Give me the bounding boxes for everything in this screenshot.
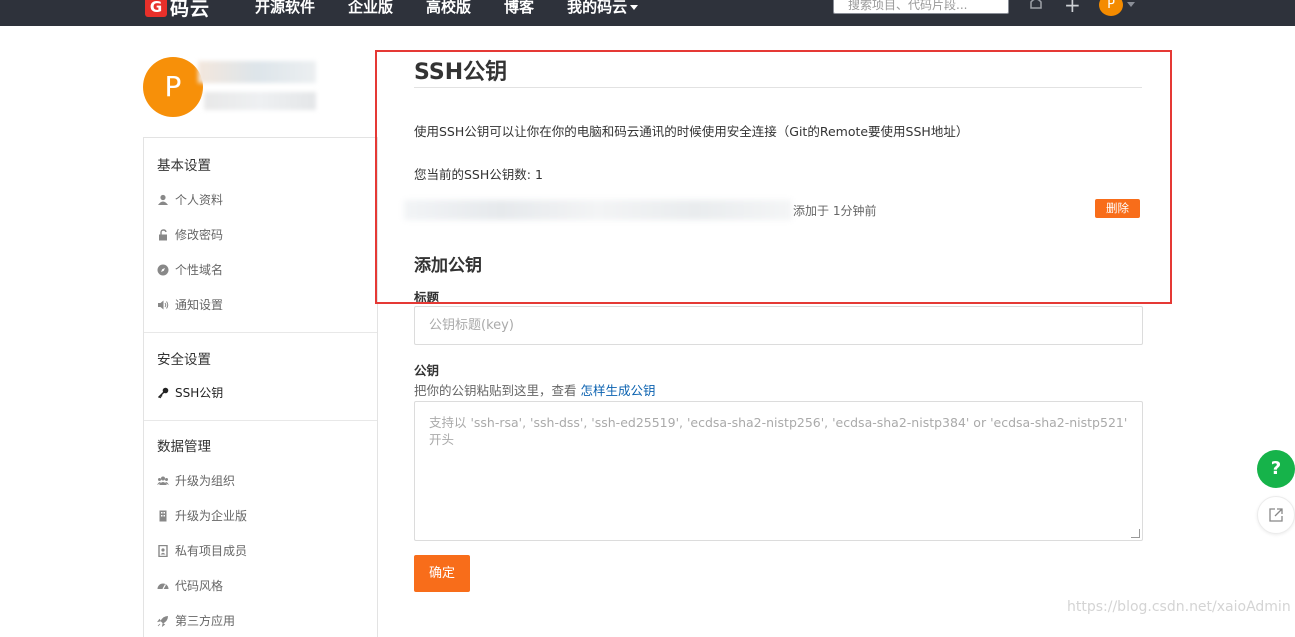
nav-open-source[interactable]: 开源软件 xyxy=(255,0,315,17)
nav-my-gitee[interactable]: 我的码云 xyxy=(567,0,639,17)
key-hint-text: 把你的公钥粘贴到这里，查看 xyxy=(414,383,577,398)
sidebar-item-label: 私有项目成员 xyxy=(175,544,248,558)
sidebar-item-label: 升级为组织 xyxy=(175,474,236,488)
sidebar-item-label: 个人资料 xyxy=(175,193,224,207)
logo[interactable]: G 码云 xyxy=(145,0,211,20)
external-link-icon xyxy=(1269,508,1283,522)
search-input[interactable]: 搜索项目、代码片段... xyxy=(833,0,1009,14)
how-to-generate-link[interactable]: 怎样生成公钥 xyxy=(581,383,656,398)
nav-my-gitee-label: 我的码云 xyxy=(567,0,628,16)
sidebar-item-label: 升级为企业版 xyxy=(175,509,248,523)
top-navbar: G 码云 开源软件 企业版 高校版 博客 我的码云 搜索项目、代码片段... +… xyxy=(0,0,1295,26)
bell-icon[interactable] xyxy=(1028,0,1044,10)
building-icon xyxy=(159,510,167,521)
sidebar-item-third-party[interactable]: 第三方应用 xyxy=(157,612,235,629)
blurred-user-id xyxy=(204,92,316,110)
share-button[interactable] xyxy=(1257,496,1295,534)
unlock-icon xyxy=(159,228,167,240)
sidebar-item-upgrade-org[interactable]: 升级为组织 xyxy=(157,472,235,489)
plus-icon[interactable]: + xyxy=(1064,0,1081,15)
watermark: https://blog.csdn.net/xaioAdmin xyxy=(1067,599,1291,615)
confirm-button[interactable]: 确定 xyxy=(414,555,470,592)
sidebar-item-code-style[interactable]: 代码风格 xyxy=(157,577,223,594)
chevron-down-icon xyxy=(630,5,639,10)
users-icon xyxy=(157,476,169,485)
resize-handle[interactable] xyxy=(1131,529,1140,538)
sidebar-item-password[interactable]: 修改密码 xyxy=(157,226,223,243)
profile-avatar[interactable]: P xyxy=(143,57,203,117)
nav-blog[interactable]: 博客 xyxy=(504,0,534,17)
main-nav: 开源软件 企业版 高校版 博客 我的码云 xyxy=(255,0,671,17)
nav-education[interactable]: 高校版 xyxy=(426,0,471,17)
key-hint: 把你的公钥粘贴到这里，查看 怎样生成公钥 xyxy=(414,380,656,399)
settings-sidebar: 基本设置 个人资料 修改密码 个性域名 通知设置 安全设置 SSH公钥 数据管理… xyxy=(143,137,378,637)
divider xyxy=(144,420,377,421)
compass-icon xyxy=(157,264,169,275)
rocket-icon xyxy=(157,615,168,627)
key-label: 公钥 xyxy=(414,363,440,378)
sidebar-item-label: 代码风格 xyxy=(175,579,224,593)
sidebar-item-label: 第三方应用 xyxy=(175,614,236,628)
key-title-input[interactable]: 公钥标题(key) xyxy=(414,306,1143,345)
chevron-down-icon[interactable] xyxy=(1127,2,1135,7)
highlight-box xyxy=(375,50,1172,304)
user-icon xyxy=(158,194,168,205)
sidebar-section-security: 安全设置 xyxy=(157,352,211,368)
user-avatar-menu[interactable]: P xyxy=(1099,0,1123,16)
textarea-placeholder: 支持以 'ssh-rsa', 'ssh-dss', 'ssh-ed25519',… xyxy=(429,415,1128,447)
sidebar-section-basic: 基本设置 xyxy=(157,158,211,174)
sidebar-item-profile[interactable]: 个人资料 xyxy=(157,191,223,208)
sidebar-item-label: 个性域名 xyxy=(175,263,224,277)
sidebar-item-label: SSH公钥 xyxy=(175,386,224,400)
logo-text: 码云 xyxy=(170,0,211,20)
public-key-textarea[interactable]: 支持以 'ssh-rsa', 'ssh-dss', 'ssh-ed25519',… xyxy=(414,401,1143,541)
logo-mark: G xyxy=(145,0,167,17)
nav-enterprise[interactable]: 企业版 xyxy=(348,0,393,17)
sidebar-item-domain[interactable]: 个性域名 xyxy=(157,261,223,278)
volume-icon xyxy=(158,300,169,309)
sidebar-item-label: 修改密码 xyxy=(175,228,224,242)
divider xyxy=(144,332,377,333)
sidebar-item-private-members[interactable]: 私有项目成员 xyxy=(157,542,247,559)
sidebar-item-ssh-key[interactable]: SSH公钥 xyxy=(157,384,223,401)
dashboard-icon xyxy=(157,583,169,589)
sidebar-item-upgrade-enterprise[interactable]: 升级为企业版 xyxy=(157,507,247,524)
help-button[interactable]: ? xyxy=(1257,450,1295,488)
sidebar-item-notifications[interactable]: 通知设置 xyxy=(157,296,223,313)
blurred-username xyxy=(198,61,316,83)
sidebar-section-data: 数据管理 xyxy=(157,439,211,455)
sidebar-item-label: 通知设置 xyxy=(175,298,224,312)
key-icon xyxy=(157,387,169,398)
id-card-icon xyxy=(158,544,168,557)
